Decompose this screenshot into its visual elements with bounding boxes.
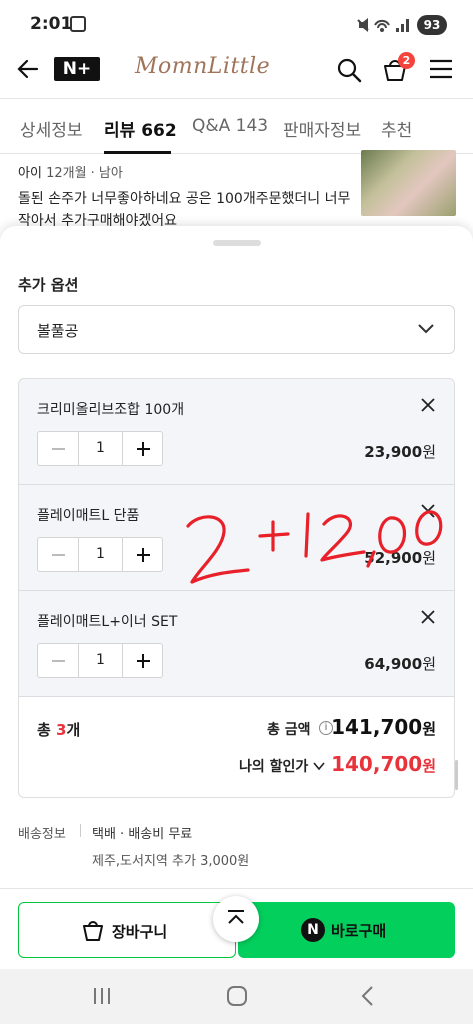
cart-count-badge: 2 [398,52,415,69]
discount-price-value: 140,700 [331,752,423,776]
status-bar: 2:01 93 [0,0,473,44]
total-price: 141,700원 [331,715,436,739]
price-unit: 원 [422,757,436,775]
quantity-value[interactable]: 1 [79,432,122,465]
menu-icon[interactable] [429,59,453,79]
battery-indicator: 93 [417,15,447,35]
back-icon[interactable] [360,985,376,1007]
naver-plus-badge[interactable]: N+ [54,57,100,81]
option-section-title: 추가 옵션 [18,276,79,294]
discount-price: 140,700원 [331,752,436,776]
sheet-scrollbar[interactable] [455,760,458,790]
item-price: 23,900원 [364,441,436,462]
chevron-up-icon [228,910,244,924]
decrease-button[interactable] [38,644,79,677]
price-unit: 원 [422,443,436,461]
active-tab-indicator [104,151,171,154]
item-name: 크리미올리브조합 100개 [37,402,185,418]
order-summary: 총 3개 총 금액 i 141,700원 나의 할인가 140,700원 [19,697,454,797]
back-arrow-icon[interactable] [16,58,40,80]
status-time: 2:01 [30,14,73,34]
buy-now-label: 바로구매 [331,922,387,940]
quantity-value[interactable]: 1 [79,538,122,571]
naver-pay-icon: N [301,918,325,942]
shipping-value: 택배 · 배송비 무료 [92,827,193,842]
divider [0,888,473,889]
review-meta-text: 12개월 · 남아 [46,166,123,181]
selected-item: 크리미올리브조합 100개 1 23,900원 [19,379,454,485]
item-price-value: 23,900 [364,443,423,461]
count-value: 3 [56,721,67,739]
item-price: 64,900원 [364,653,436,674]
quantity-stepper: 1 [37,643,163,678]
shipping-label: 배송정보 [18,827,66,842]
total-price-value: 141,700 [331,715,423,739]
item-name: 플레이매트L+이너 SET [37,614,178,630]
product-tabs: 상세정보 리뷰 662 Q&A 143 판매자정보 추천 [0,98,473,154]
tab-reviews[interactable]: 리뷰 662 [104,116,177,141]
price-unit: 원 [422,720,436,738]
count-prefix: 총 [37,721,57,739]
tab-qna[interactable]: Q&A 143 [192,116,268,136]
selected-item: 플레이매트L+이너 SET 1 64,900원 [19,591,454,697]
review-meta: 아이 12개월 · 남아 [18,162,123,181]
system-nav-bar [0,969,473,1024]
discount-label: 나의 할인가 [239,759,309,775]
item-price-value: 64,900 [364,655,423,673]
price-unit: 원 [422,655,436,673]
tab-details[interactable]: 상세정보 [20,116,83,141]
status-icons [357,18,409,32]
add-to-cart-button[interactable]: 장바구니 [18,902,236,958]
tab-recommend[interactable]: 추천 [381,116,412,141]
shipping-extra-fee: 제주,도서지역 추가 3,000원 [92,854,250,869]
search-icon[interactable] [336,57,362,83]
store-logo[interactable]: MomnLittle [135,54,270,79]
discount-price-toggle[interactable]: 나의 할인가 [239,756,325,776]
chevron-down-icon [418,324,434,334]
option-select-value: 볼풀공 [37,322,79,340]
recent-apps-icon[interactable] [92,986,112,1006]
increase-button[interactable] [122,644,163,677]
add-to-cart-label: 장바구니 [112,923,168,941]
quantity-stepper: 1 [37,431,163,466]
option-select[interactable]: 볼풀공 [18,305,455,354]
remove-item-icon[interactable] [420,397,436,413]
tab-seller-info[interactable]: 판매자정보 [283,116,361,141]
divider [80,824,81,837]
total-price-label: 총 금액 [267,722,311,738]
screenshot-icon [70,16,86,32]
shopping-bag-icon [83,921,103,941]
home-icon[interactable] [226,985,248,1007]
increase-button[interactable] [122,538,163,571]
item-name: 플레이매트L 단품 [37,508,140,524]
quantity-stepper: 1 [37,537,163,572]
chevron-down-icon [313,762,325,771]
handwritten-annotation [186,510,443,584]
remove-item-icon[interactable] [420,609,436,625]
total-count: 총 3개 [37,719,80,740]
decrease-button[interactable] [38,432,79,465]
review-author: 아이 [18,166,42,181]
review-photo[interactable] [361,150,456,216]
buy-now-button[interactable]: N 바로구매 [238,902,455,958]
increase-button[interactable] [122,432,163,465]
quantity-value[interactable]: 1 [79,644,122,677]
decrease-button[interactable] [38,538,79,571]
count-suffix: 개 [66,721,81,739]
scroll-top-button[interactable] [213,896,259,942]
sheet-drag-handle[interactable] [213,240,261,246]
